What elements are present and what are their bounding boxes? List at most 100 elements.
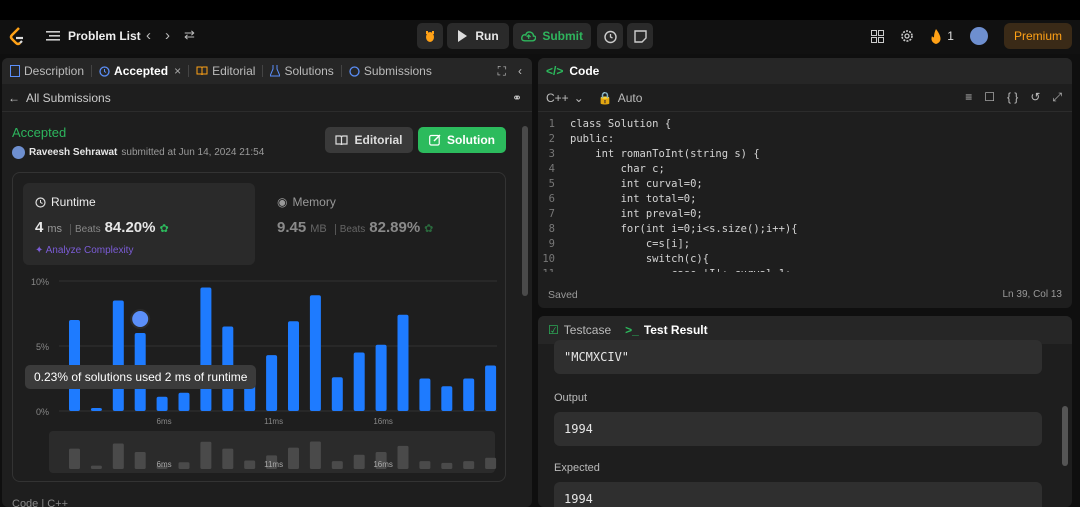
tab-accepted[interactable]: Accepted × [99,64,181,78]
code-line[interactable]: 10 switch(c){ [538,253,1072,268]
braces-icon[interactable]: { } [1007,90,1018,105]
problem-list-link[interactable]: Problem List [46,29,141,43]
code-line[interactable]: 2 public: [538,133,1072,148]
runtime-bar[interactable] [288,321,299,411]
code-panel: </> Code C++ ⌄ 🔒 Auto ≡ ☐ { } ↺ ⤢ 1 class… [538,58,1072,308]
premium-button[interactable]: Premium [1003,23,1072,49]
format-icon[interactable]: ≡ [965,90,972,105]
code-line[interactable]: 3 int romanToInt(string s) { [538,148,1072,163]
code-line[interactable]: 6 int total=0; [538,193,1072,208]
runtime-bar[interactable] [397,314,409,411]
y-tick-label: 0% [36,407,49,417]
tab-solutions[interactable]: Solutions [270,64,334,78]
code-line[interactable]: 9 c=s[i]; [538,238,1072,253]
flask-icon [270,65,281,77]
next-problem-icon[interactable]: › [165,27,170,44]
code-line[interactable]: 5 int curval=0; [538,178,1072,193]
tab-description[interactable]: Description [10,64,84,78]
left-panel-scrollbar[interactable] [522,126,528,296]
debug-button[interactable] [417,23,443,49]
line-number: 5 [548,178,555,190]
code-text: for(int i=0;i<s.size();i++){ [570,223,798,235]
close-tab-icon[interactable]: × [174,64,181,78]
maximize-icon[interactable]: ⛶ [498,64,506,79]
runtime-bar[interactable] [112,300,124,412]
runtime-bar[interactable] [441,386,453,411]
layout-grid-icon[interactable] [871,29,885,43]
runtime-bar[interactable] [156,396,168,411]
runtime-values: 4 ms Beats 84.20% ✿ [35,219,169,236]
runtime-bar[interactable] [309,295,321,411]
book-icon [335,134,349,145]
save-status: Saved [548,289,578,301]
tab-editorial[interactable]: Editorial [196,64,255,78]
shuffle-icon[interactable]: ⇄ [184,27,195,44]
editorial-button[interactable]: Editorial [325,127,413,153]
prev-problem-icon[interactable]: ‹ [146,27,151,44]
runtime-bar[interactable] [375,344,387,411]
tab-testcase-label: Testcase [563,323,612,337]
bookmark-icon[interactable]: ☐ [984,90,995,105]
collapse-panel-icon[interactable]: ‹ [518,64,522,79]
tab-submissions[interactable]: Submissions [349,64,432,78]
notes-button[interactable] [627,23,653,49]
runtime-bar[interactable] [331,377,343,411]
runtime-bar[interactable] [419,378,431,412]
y-tick-label: 10% [31,277,49,287]
fullscreen-icon[interactable]: ⤢ [1052,90,1062,105]
history-icon [99,65,110,77]
solution-button[interactable]: Solution [418,127,506,153]
memory-beats-value: 82.89% [369,219,421,236]
x-tick-label: 16ms [373,417,393,426]
run-button[interactable]: Run [447,23,509,49]
code-line[interactable]: 11 case 'I': curval=1; [538,268,1072,272]
left-tab-bar: Description Accepted × Editorial Solutio… [2,58,532,84]
tab-testcase[interactable]: ☑ Testcase [548,323,611,337]
all-submissions-link[interactable]: ← All Submissions ⚭ [2,84,532,112]
overview-tick-label: 6ms [157,460,172,469]
overview-tick-label: 16ms [373,460,393,469]
fire-icon [931,28,941,44]
runtime-bar[interactable] [178,392,190,411]
submit-button[interactable]: Submit [513,23,591,49]
leetcode-logo-icon[interactable] [8,26,26,48]
line-number: 11 [538,268,570,272]
runtime-bar[interactable] [485,365,497,412]
runtime-bar[interactable] [353,352,365,412]
user-avatar[interactable] [969,27,988,45]
memory-unit: MB [310,223,327,235]
runtime-bar[interactable] [463,378,475,412]
list-icon [46,31,60,41]
code-line[interactable]: 7 int preval=0; [538,208,1072,223]
lock-icon: 🔒 [597,90,613,105]
tab-divider [188,65,190,77]
tab-submissions-label: Submissions [363,64,432,78]
runtime-bar[interactable] [266,355,278,411]
overview-bar [463,461,475,469]
language-select[interactable]: C++ ⌄ [546,91,584,105]
clock-icon [35,196,46,208]
runtime-card[interactable]: Runtime 4 ms Beats 84.20% ✿ ✦ Analyze Co… [23,183,255,265]
reset-icon[interactable]: ↺ [1030,90,1040,105]
x-tick-label: 6ms [157,417,172,426]
code-line[interactable]: 8 for(int i=0;i<s.size();i++){ [538,223,1072,238]
streak-counter[interactable]: 1 [930,28,954,44]
timer-button[interactable] [597,23,623,49]
code-header: </> Code [538,58,1072,84]
line-number: 2 [548,133,555,145]
code-editor[interactable]: 1 class Solution {2 public: 3 int romanToIn… [538,118,1072,272]
code-line[interactable]: 1 class Solution { [538,118,1072,133]
auto-mode-toggle[interactable]: 🔒 Auto [598,91,643,105]
code-line[interactable]: 4 char c; [538,163,1072,178]
tab-test-result[interactable]: >_ Test Result [625,323,707,337]
share-link-icon[interactable]: ⚭ [512,91,522,105]
memory-card[interactable]: ◉ Memory 9.45 MB Beats 82.89% ✿ [265,183,497,265]
code-language-tabs[interactable]: Code | C++ [12,498,68,507]
runtime-bar[interactable] [90,408,102,411]
settings-gear-icon[interactable] [900,29,914,43]
test-panel-scrollbar[interactable] [1062,406,1068,466]
overview-bar [353,454,365,469]
runtime-bar[interactable] [200,287,212,412]
analyze-complexity-link[interactable]: ✦ Analyze Complexity [35,245,133,256]
submitter-name[interactable]: Raveesh Sehrawat [29,147,117,158]
